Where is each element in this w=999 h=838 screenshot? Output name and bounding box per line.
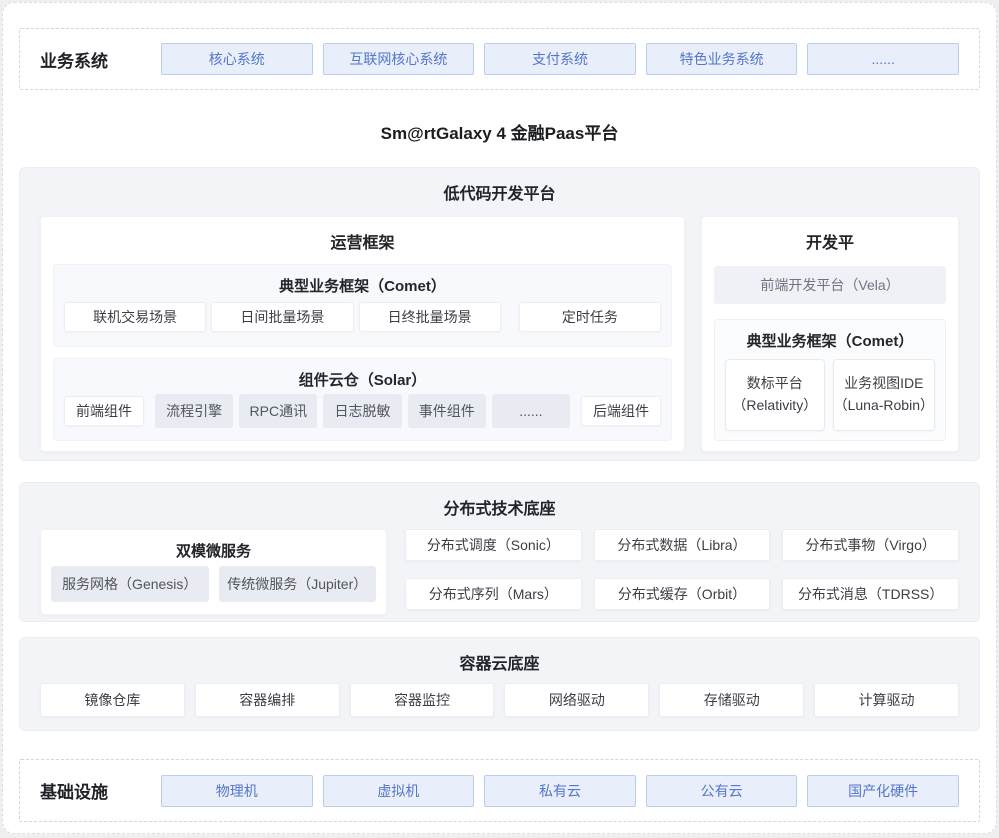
solar-component-chip[interactable]: 事件组件 <box>408 394 486 428</box>
container-capability-button[interactable]: 镜像仓库 <box>40 683 185 717</box>
vela-frontend-platform-button[interactable]: 前端开发平台（Vela） <box>714 266 946 304</box>
platform-title: Sm@rtGalaxy 4 金融Paas平台 <box>19 119 980 144</box>
front-component-button[interactable]: 前端组件 <box>64 396 144 426</box>
dev-tool-codename: （Relativity） <box>732 395 817 417</box>
microservice-mode-chip[interactable]: 服务网格（Genesis） <box>51 566 209 602</box>
business-systems-items: 核心系统互联网核心系统支付系统特色业务系统...... <box>161 43 959 75</box>
low-code-platform-body: 运营框架 典型业务框架（Comet） 联机交易场景日间批量场景日终批量场景定时任… <box>40 216 959 452</box>
container-base-section: 容器云底座 镜像仓库容器编排容器监控网络驱动存储驱动计算驱动 <box>19 637 980 731</box>
dev-tool-name: 业务视图IDE <box>844 373 923 395</box>
infrastructure-items: 物理机虚拟机私有云公有云国产化硬件 <box>161 775 959 807</box>
operation-framework-panel: 运营框架 典型业务框架（Comet） 联机交易场景日间批量场景日终批量场景定时任… <box>40 216 685 452</box>
solar-component-chip[interactable]: 流程引擎 <box>155 394 233 428</box>
comet-business-framework-box: 典型业务框架（Comet） 联机交易场景日间批量场景日终批量场景定时任务 <box>53 264 672 347</box>
dev-tool-card[interactable]: 数标平台 （Relativity） <box>725 359 825 431</box>
infrastructure-button[interactable]: 私有云 <box>484 775 636 807</box>
microservice-mode-chip[interactable]: 传统微服务（Jupiter） <box>219 566 377 602</box>
distributed-service-button[interactable]: 分布式事物（Virgo） <box>782 529 959 561</box>
dual-mode-microservice-panel: 双模微服务 服务网格（Genesis） 传统微服务（Jupiter） <box>40 529 387 615</box>
dev-tool-cards: 数标平台 （Relativity） 业务视图IDE （Luna-Robin） <box>725 357 935 432</box>
solar-component-row: 前端组件 流程引擎RPC通讯日志脱敏事件组件...... 后端组件 <box>64 390 661 432</box>
distributed-service-button[interactable]: 分布式缓存（Orbit） <box>594 578 771 610</box>
business-systems-row: 业务系统 核心系统互联网核心系统支付系统特色业务系统...... <box>19 28 980 90</box>
solar-component-chip[interactable]: 日志脱敏 <box>323 394 401 428</box>
dev-tool-name: 数标平台 <box>747 373 803 395</box>
low-code-platform-section: 低代码开发平台 运营框架 典型业务框架（Comet） 联机交易场景日间批量场景日… <box>19 167 980 461</box>
business-system-button[interactable]: 支付系统 <box>484 43 636 75</box>
distributed-service-button[interactable]: 分布式序列（Mars） <box>405 578 582 610</box>
dev-comet-framework-title: 典型业务框架（Comet） <box>725 330 935 351</box>
distributed-service-button[interactable]: 分布式调度（Sonic） <box>405 529 582 561</box>
dev-tool-codename: （Luna-Robin） <box>834 395 934 417</box>
distributed-service-button[interactable]: 分布式消息（TDRSS） <box>782 578 959 610</box>
distributed-base-section: 分布式技术底座 双模微服务 服务网格（Genesis） 传统微服务（Jupiter… <box>19 482 980 622</box>
infrastructure-button[interactable]: 公有云 <box>646 775 798 807</box>
architecture-page: 业务系统 核心系统互联网核心系统支付系统特色业务系统...... Sm@rtGa… <box>2 2 997 834</box>
dual-mode-chips: 服务网格（Genesis） 传统微服务（Jupiter） <box>51 561 376 606</box>
comet-scene-buttons: 联机交易场景日间批量场景日终批量场景定时任务 <box>64 296 661 338</box>
infrastructure-button[interactable]: 虚拟机 <box>323 775 475 807</box>
solar-component-cloud-box: 组件云仓（Solar） 前端组件 流程引擎RPC通讯日志脱敏事件组件......… <box>53 358 672 441</box>
distributed-base-body: 双模微服务 服务网格（Genesis） 传统微服务（Jupiter） 分布式调度（… <box>40 529 959 615</box>
distributed-base-title: 分布式技术底座 <box>40 495 959 519</box>
distributed-service-button[interactable]: 分布式数据（Libra） <box>594 529 771 561</box>
low-code-platform-title: 低代码开发平台 <box>40 180 959 204</box>
back-component-button[interactable]: 后端组件 <box>581 396 661 426</box>
dual-mode-microservice-title: 双模微服务 <box>51 540 376 561</box>
operation-framework-title: 运营框架 <box>53 229 672 253</box>
container-capability-button[interactable]: 存储驱动 <box>659 683 804 717</box>
infrastructure-row: 基础设施 物理机虚拟机私有云公有云国产化硬件 <box>19 759 980 822</box>
dev-platform-panel: 开发平 前端开发平台（Vela） 典型业务框架（Comet） 数标平台 （Rel… <box>701 216 959 452</box>
container-capability-button[interactable]: 网络驱动 <box>504 683 649 717</box>
comet-scene-button[interactable]: 日间批量场景 <box>211 302 353 332</box>
business-systems-label: 业务系统 <box>40 47 128 72</box>
comet-business-framework-title: 典型业务框架（Comet） <box>64 275 661 296</box>
solar-component-cloud-title: 组件云仓（Solar） <box>64 369 661 390</box>
container-base-buttons: 镜像仓库容器编排容器监控网络驱动存储驱动计算驱动 <box>40 683 959 717</box>
infrastructure-button[interactable]: 物理机 <box>161 775 313 807</box>
solar-component-chip[interactable]: RPC通讯 <box>239 394 317 428</box>
dev-platform-title: 开发平 <box>714 229 946 253</box>
comet-scene-button[interactable]: 定时任务 <box>519 302 661 332</box>
business-system-button[interactable]: 核心系统 <box>161 43 313 75</box>
infrastructure-button[interactable]: 国产化硬件 <box>807 775 959 807</box>
distributed-service-grid: 分布式调度（Sonic） 分布式数据（Libra） 分布式事物（Virgo） 分布式序… <box>405 529 959 615</box>
solar-component-chip[interactable]: ...... <box>492 394 570 428</box>
container-capability-button[interactable]: 容器监控 <box>350 683 495 717</box>
container-base-title: 容器云底座 <box>40 650 959 674</box>
comet-scene-button[interactable]: 日终批量场景 <box>359 302 501 332</box>
dev-tool-card[interactable]: 业务视图IDE （Luna-Robin） <box>833 359 935 431</box>
solar-chips: 流程引擎RPC通讯日志脱敏事件组件...... <box>155 394 570 428</box>
container-capability-button[interactable]: 计算驱动 <box>814 683 959 717</box>
container-capability-button[interactable]: 容器编排 <box>195 683 340 717</box>
business-system-button[interactable]: ...... <box>807 43 959 75</box>
business-system-button[interactable]: 特色业务系统 <box>646 43 798 75</box>
comet-scene-button[interactable]: 联机交易场景 <box>64 302 206 332</box>
dev-comet-framework-box: 典型业务框架（Comet） 数标平台 （Relativity） 业务视图IDE … <box>714 319 946 441</box>
business-system-button[interactable]: 互联网核心系统 <box>323 43 475 75</box>
infrastructure-label: 基础设施 <box>40 778 128 803</box>
